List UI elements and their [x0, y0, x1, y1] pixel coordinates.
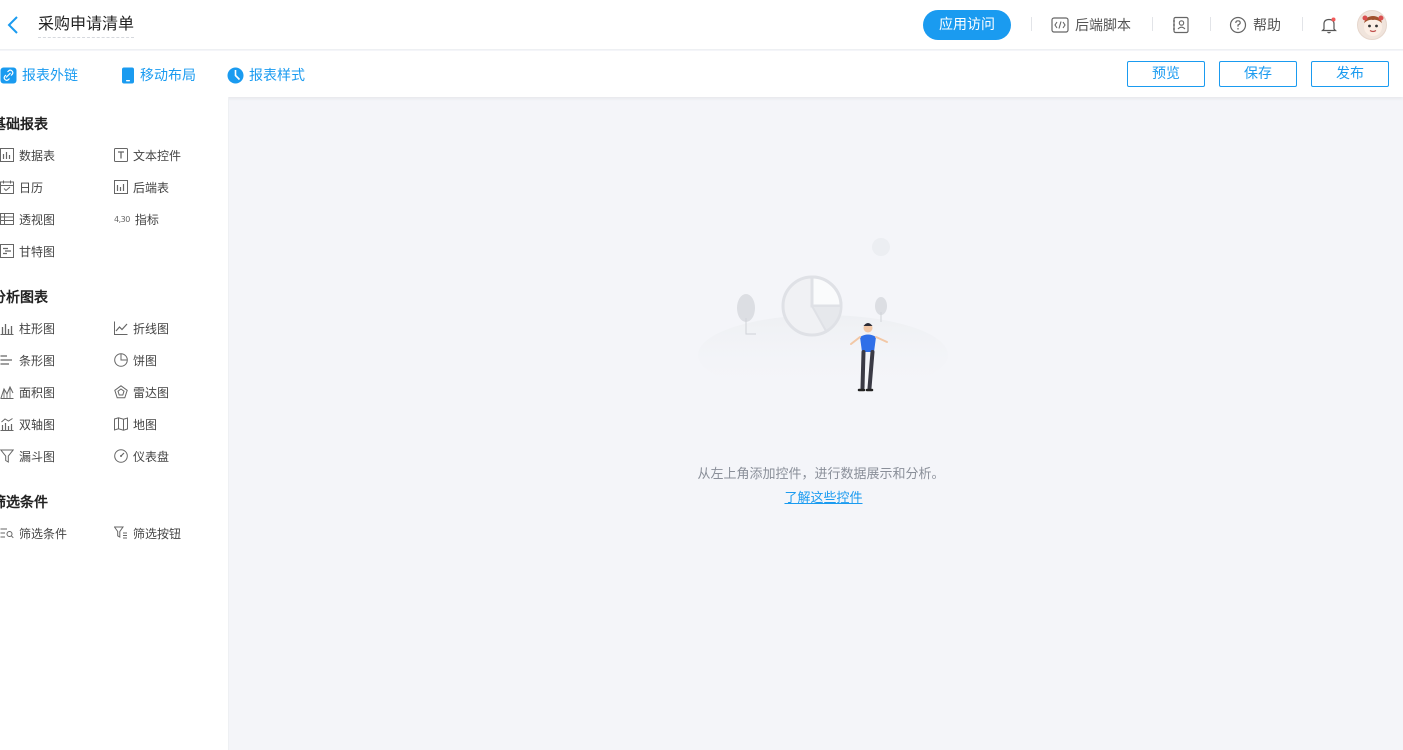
backend-table-icon	[114, 180, 128, 194]
component-sidebar: 基础报表 数据表 文本控件 日历 后端表 透视图 4,30 指标 甘特图 分析图…	[0, 97, 229, 750]
page-title[interactable]: 采购申请清单	[38, 14, 135, 38]
help-button[interactable]: 帮助	[1229, 14, 1281, 36]
publish-button[interactable]: 发布	[1311, 61, 1389, 87]
component-pivot[interactable]: 透视图	[0, 211, 55, 227]
empty-state-illustration	[698, 230, 948, 400]
radar-chart-icon	[114, 385, 128, 399]
component-bar-chart[interactable]: 条形图	[0, 352, 55, 368]
calendar-icon	[0, 180, 14, 194]
component-line-chart[interactable]: 折线图	[114, 320, 169, 336]
save-button[interactable]: 保存	[1219, 61, 1297, 87]
gantt-icon	[0, 244, 14, 258]
learn-controls-link[interactable]: 了解这些控件	[726, 487, 921, 506]
dual-axis-icon	[0, 418, 14, 431]
pie-chart-icon	[114, 353, 128, 367]
pivot-table-icon	[0, 213, 14, 225]
back-arrow-icon[interactable]	[4, 14, 24, 36]
table-chart-icon	[0, 148, 14, 162]
component-radar-chart[interactable]: 雷达图	[114, 384, 169, 400]
mobile-layout-button[interactable]: 移动布局	[121, 66, 196, 84]
backend-script-button[interactable]: 后端脚本	[1051, 14, 1131, 36]
area-chart-icon	[0, 385, 14, 399]
backend-script-label: 后端脚本	[1075, 18, 1131, 34]
component-map[interactable]: 地图	[114, 416, 157, 432]
group-title-analysis: 分析图表	[0, 290, 48, 306]
contacts-button[interactable]	[1172, 14, 1196, 36]
component-gantt[interactable]: 甘特图	[0, 243, 55, 259]
contact-book-icon	[1173, 16, 1189, 34]
component-calendar[interactable]: 日历	[0, 179, 43, 195]
divider	[1031, 17, 1032, 31]
divider	[1302, 17, 1303, 31]
app-access-button[interactable]: 应用访问	[923, 10, 1011, 40]
report-style-label: 报表样式	[249, 68, 305, 84]
component-filter-button[interactable]: 筛选按钮	[114, 525, 181, 541]
filter-button-icon	[114, 526, 127, 539]
help-icon	[1229, 16, 1247, 34]
report-link-button[interactable]: 报表外链	[0, 66, 78, 84]
group-title-filter: 筛选条件	[0, 495, 48, 511]
empty-state-message: 从左上角添加控件，进行数据展示和分析。	[697, 467, 945, 482]
filter-list-icon	[0, 528, 14, 539]
bell-icon	[1321, 17, 1337, 34]
bar-chart-icon	[0, 355, 12, 365]
component-column-chart[interactable]: 柱形图	[0, 320, 55, 336]
top-bar: 采购申请清单 应用访问 后端脚本 帮助	[0, 0, 1403, 50]
code-icon	[1051, 17, 1069, 33]
text-box-icon	[114, 148, 128, 162]
component-text-control[interactable]: 文本控件	[114, 147, 181, 163]
component-dual-axis-chart[interactable]: 双轴图	[0, 416, 55, 432]
palette-icon	[227, 67, 244, 83]
component-metric[interactable]: 4,30 指标	[114, 211, 159, 227]
divider	[1210, 17, 1211, 31]
component-data-table[interactable]: 数据表	[0, 147, 55, 163]
component-backend-table[interactable]: 后端表	[114, 179, 169, 195]
mobile-layout-label: 移动布局	[140, 68, 196, 84]
component-pie-chart[interactable]: 饼图	[114, 352, 157, 368]
component-gauge[interactable]: 仪表盘	[114, 448, 169, 464]
funnel-icon	[0, 449, 14, 463]
column-chart-icon	[0, 324, 14, 335]
mobile-phone-icon	[122, 67, 134, 83]
report-style-button[interactable]: 报表样式	[227, 66, 305, 84]
component-filter-condition[interactable]: 筛选条件	[0, 525, 67, 541]
gauge-icon	[114, 449, 128, 463]
help-label: 帮助	[1253, 18, 1281, 34]
notification-button[interactable]	[1321, 14, 1343, 36]
report-link-label: 报表外链	[22, 68, 78, 84]
group-title-basic: 基础报表	[0, 117, 48, 133]
component-area-chart[interactable]: 面积图	[0, 384, 55, 400]
metric-number-icon: 4,30	[114, 214, 130, 224]
component-funnel-chart[interactable]: 漏斗图	[0, 448, 55, 464]
map-icon	[114, 417, 128, 431]
preview-button[interactable]: 预览	[1127, 61, 1205, 87]
divider	[1152, 17, 1153, 31]
link-icon	[0, 67, 17, 83]
user-avatar[interactable]	[1357, 10, 1387, 40]
line-chart-icon	[114, 321, 128, 335]
editor-toolbar: 报表外链 移动布局 报表样式 预览 保存 发布	[0, 51, 1403, 97]
